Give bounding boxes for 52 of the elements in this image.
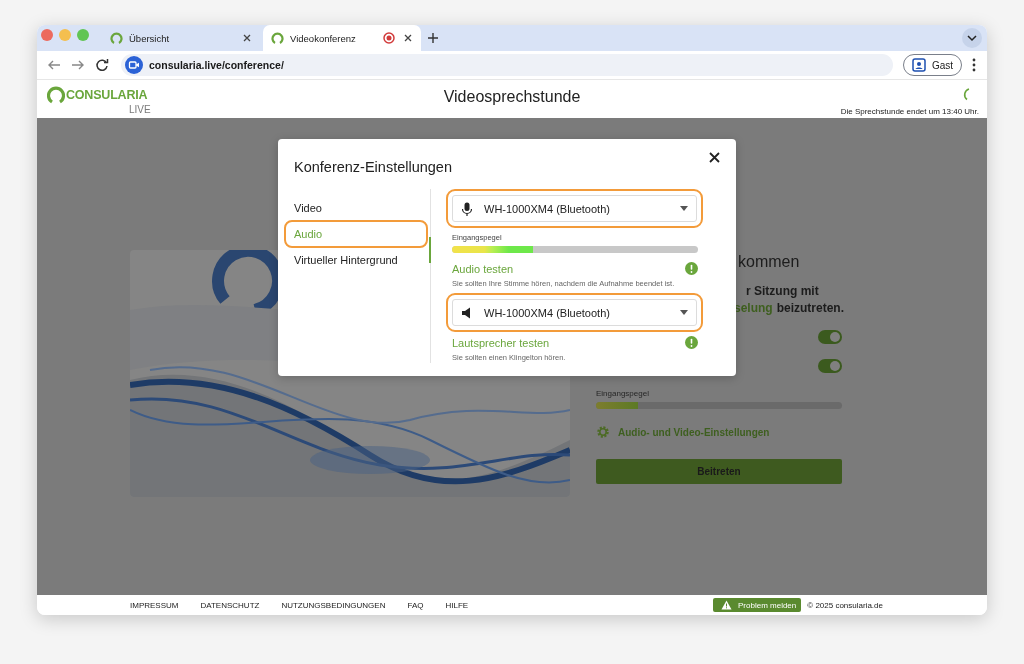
join-text: beizutreten. <box>776 301 844 315</box>
toggle-switch[interactable] <box>818 330 842 344</box>
footer-link[interactable]: NUTZUNGSBEDINGUNGEN <box>281 600 386 610</box>
address-bar[interactable]: consularia.live/conference/ <box>121 54 893 76</box>
profile-icon <box>911 58 926 72</box>
camera-icon <box>125 56 143 74</box>
speaker-icon <box>461 305 473 320</box>
join-text: r Sitzung mit <box>746 284 820 298</box>
warning-icon <box>721 600 732 610</box>
dropdown-caret-icon <box>680 206 688 211</box>
welcome-heading: kommen <box>738 253 801 271</box>
gear-icon <box>596 425 610 439</box>
level-label: Eingangspegel <box>596 389 650 398</box>
settings-tab[interactable]: Video <box>294 196 430 220</box>
browser-tab[interactable]: Videokonferenz <box>263 25 421 51</box>
session-end-notice: Die Sprechstunde endet um 13:40 Uhr. <box>840 106 979 116</box>
microphone-icon <box>461 201 473 216</box>
dropdown-caret-icon <box>680 310 688 315</box>
close-icon[interactable] <box>403 33 413 43</box>
favicon-icon <box>110 31 123 45</box>
tab-title: Übersicht <box>129 32 171 44</box>
footer-link[interactable]: DATENSCHUTZ <box>200 600 260 610</box>
report-problem-button[interactable]: Problem melden <box>713 598 802 612</box>
close-icon[interactable] <box>242 33 252 43</box>
browser-tab[interactable]: Übersicht <box>102 25 260 51</box>
dialog-title: Konferenz-Einstellungen <box>294 159 452 175</box>
footer-link[interactable]: IMPRESSUM <box>130 600 179 610</box>
new-tab-icon[interactable] <box>427 32 439 44</box>
forward-icon[interactable] <box>71 58 85 72</box>
exclamation-icon <box>685 336 698 349</box>
logo-icon <box>47 84 65 105</box>
window-control-icon <box>59 28 71 41</box>
toggle-switch[interactable] <box>818 359 842 373</box>
page-title: Videosprechstunde <box>442 88 582 106</box>
profile-button[interactable]: Gast <box>902 54 962 76</box>
exclamation-icon <box>685 262 698 275</box>
close-icon[interactable] <box>709 151 720 163</box>
back-icon[interactable] <box>47 58 61 72</box>
reload-icon[interactable] <box>95 58 109 72</box>
window-control-icon <box>77 28 89 41</box>
footer-link[interactable]: FAQ <box>407 600 424 610</box>
favicon-icon <box>271 31 284 45</box>
url-text: consularia.live/conference/ <box>149 59 284 71</box>
logo-subtitle: LIVE <box>129 104 151 114</box>
chevron-down-icon[interactable] <box>962 28 982 48</box>
logo-text: CONSULARIA <box>66 87 148 102</box>
more-icon[interactable] <box>972 58 976 72</box>
settings-tab[interactable]: Virtueller Hintergrund <box>294 248 430 272</box>
footer-link[interactable]: HILFE <box>445 600 469 610</box>
tab-title: Videokonferenz <box>290 32 357 44</box>
copyright: © 2025 consularia.de <box>807 600 883 610</box>
window-control-icon <box>41 28 53 41</box>
